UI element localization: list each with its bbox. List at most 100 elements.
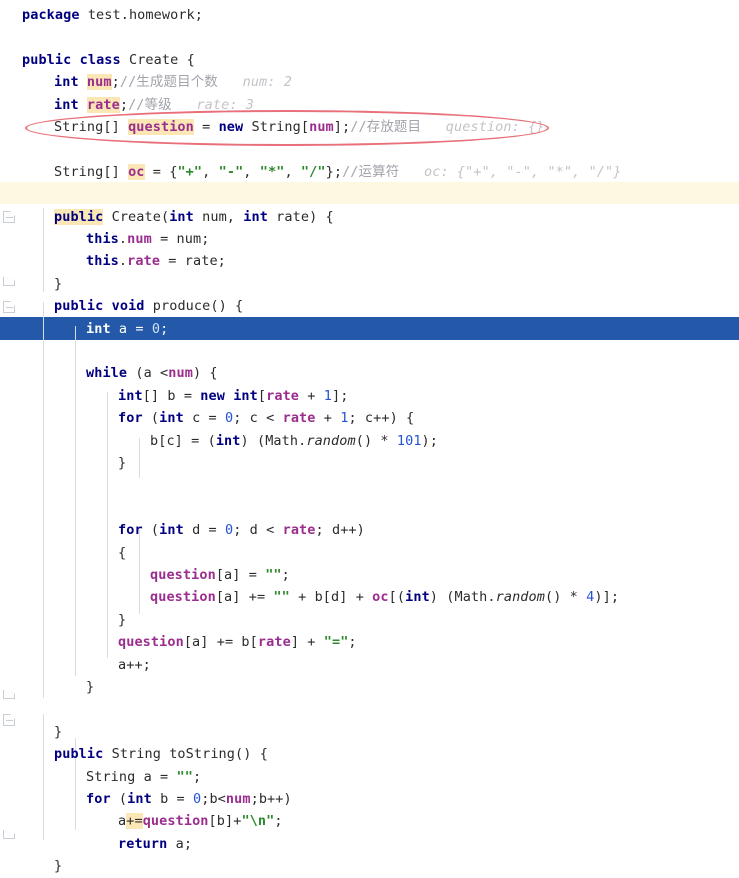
code-token: ;b++) xyxy=(250,791,292,807)
code-token: while xyxy=(86,365,128,382)
code-token: oc: {"+", "-", "*", "/"} xyxy=(399,163,622,180)
code-token: } xyxy=(118,455,127,471)
code-line[interactable]: package test.homework; xyxy=(0,4,203,26)
code-token: ]; xyxy=(333,119,351,135)
code-token: [] b = xyxy=(142,387,201,404)
code-line[interactable]: b[c] = (int) (Math.random() * 101); xyxy=(0,430,438,452)
code-token: , xyxy=(202,163,219,180)
code-token: a = xyxy=(110,320,152,337)
code-token: //运算符 xyxy=(342,163,400,180)
code-token: int xyxy=(233,387,258,404)
code-line[interactable]: public void produce() { xyxy=(0,295,243,317)
code-token: ; xyxy=(192,768,202,785)
code-token: int xyxy=(169,208,194,225)
code-token: ;b< xyxy=(201,791,226,807)
fold-collapse-icon[interactable] xyxy=(3,714,15,726)
code-token: for xyxy=(118,410,143,427)
code-token: ]; xyxy=(331,387,349,404)
code-token: 101 xyxy=(396,432,422,449)
code-token: } xyxy=(54,858,63,875)
code-line[interactable]: while (a <num) { xyxy=(0,362,218,384)
code-token: ; xyxy=(348,634,357,651)
code-line[interactable]: return a; xyxy=(0,833,192,855)
code-token: () * xyxy=(545,589,587,606)
code-token: 1 xyxy=(323,387,332,404)
code-line[interactable]: question[a] = ""; xyxy=(0,564,290,586)
code-token: int xyxy=(159,410,184,427)
code-line[interactable]: a++; xyxy=(0,654,151,676)
code-line[interactable]: String[] question = new String[num];//存放… xyxy=(0,116,545,138)
code-token: 0 xyxy=(224,522,234,539)
code-token: . xyxy=(118,231,128,247)
code-token: + b[d] + xyxy=(289,589,373,606)
code-line[interactable]: for (int d = 0; d < rate; d++) xyxy=(0,519,365,541)
code-token: "" xyxy=(176,768,193,785)
code-token: ; c++) { xyxy=(348,410,415,427)
code-token: ; xyxy=(281,567,290,583)
code-token: , xyxy=(284,163,301,180)
code-token: c = xyxy=(183,410,225,427)
fold-end-icon[interactable] xyxy=(3,276,15,286)
code-token: ( xyxy=(142,410,160,427)
code-line[interactable]: String[] oc = {"+", "-", "*", "/"};//运算符… xyxy=(0,161,622,183)
code-token: oc xyxy=(128,163,145,180)
code-token: String[ xyxy=(243,119,310,135)
code-token: rate xyxy=(127,253,161,270)
code-line[interactable]: public Create(int num, int rate) { xyxy=(0,206,334,228)
code-line[interactable]: question[a] += "" + b[d] + oc[(int) (Mat… xyxy=(0,586,619,608)
code-token: a; xyxy=(167,835,193,852)
code-content[interactable]: package test.homework; public class Crea… xyxy=(0,0,739,874)
code-token: 0 xyxy=(224,410,234,427)
code-line[interactable]: int[] b = new int[rate + 1]; xyxy=(0,385,348,407)
code-token: int xyxy=(243,208,268,225)
code-token: this xyxy=(86,253,119,270)
code-token: public xyxy=(54,298,104,315)
code-token: } xyxy=(118,611,127,628)
code-line[interactable]: this.num = num; xyxy=(0,228,209,250)
code-token: [a] = xyxy=(215,567,266,583)
code-token: "\n" xyxy=(241,813,275,830)
code-token: num xyxy=(127,231,152,247)
code-token: ) (Math. xyxy=(429,589,496,606)
code-editor[interactable]: package test.homework; public class Crea… xyxy=(0,0,739,874)
code-token: ) (Math. xyxy=(240,432,307,449)
code-token: rate xyxy=(257,634,291,651)
code-token: , xyxy=(243,163,260,180)
code-token: a++; xyxy=(118,656,151,673)
code-line[interactable]: a+=question[b]+"\n"; xyxy=(0,810,283,832)
code-line[interactable]: String a = ""; xyxy=(0,766,201,788)
code-token: = { xyxy=(144,163,178,180)
code-token: [a] += xyxy=(215,589,274,606)
code-line[interactable]: int num;//生成题目个数 num: 2 xyxy=(0,71,292,93)
code-line[interactable]: } xyxy=(0,855,62,877)
code-token: "" xyxy=(273,589,290,606)
code-line[interactable]: public class Create { xyxy=(0,49,195,71)
code-token: () * xyxy=(355,432,397,449)
code-line[interactable]: for (int b = 0;b<num;b++) xyxy=(0,788,292,810)
code-token: } xyxy=(86,679,95,695)
code-token: "=" xyxy=(323,634,349,651)
code-line[interactable]: public String toString() { xyxy=(0,743,268,765)
fold-collapse-icon[interactable] xyxy=(3,301,15,313)
code-token: for xyxy=(86,791,111,807)
code-token: num, xyxy=(193,208,244,225)
code-token: [a] += b[ xyxy=(183,634,258,651)
code-line[interactable]: for (int c = 0; c < rate + 1; c++) { xyxy=(0,407,414,429)
code-line[interactable]: question[a] += b[rate] + "="; xyxy=(0,631,357,653)
code-line[interactable]: int rate;//等级 rate: 3 xyxy=(0,94,254,116)
code-line[interactable]: int a = 0; xyxy=(0,318,168,340)
code-token: "-" xyxy=(218,163,244,180)
fold-collapse-icon[interactable] xyxy=(3,211,15,223)
fold-end-icon[interactable] xyxy=(3,689,15,699)
code-line[interactable]: this.rate = rate; xyxy=(0,250,226,272)
code-token: for xyxy=(118,522,143,539)
fold-end-icon[interactable] xyxy=(3,829,15,839)
editor-gutter[interactable] xyxy=(0,0,22,855)
code-token: question: {} xyxy=(421,119,545,135)
code-token: class xyxy=(79,51,121,68)
code-token: ; xyxy=(160,320,169,337)
